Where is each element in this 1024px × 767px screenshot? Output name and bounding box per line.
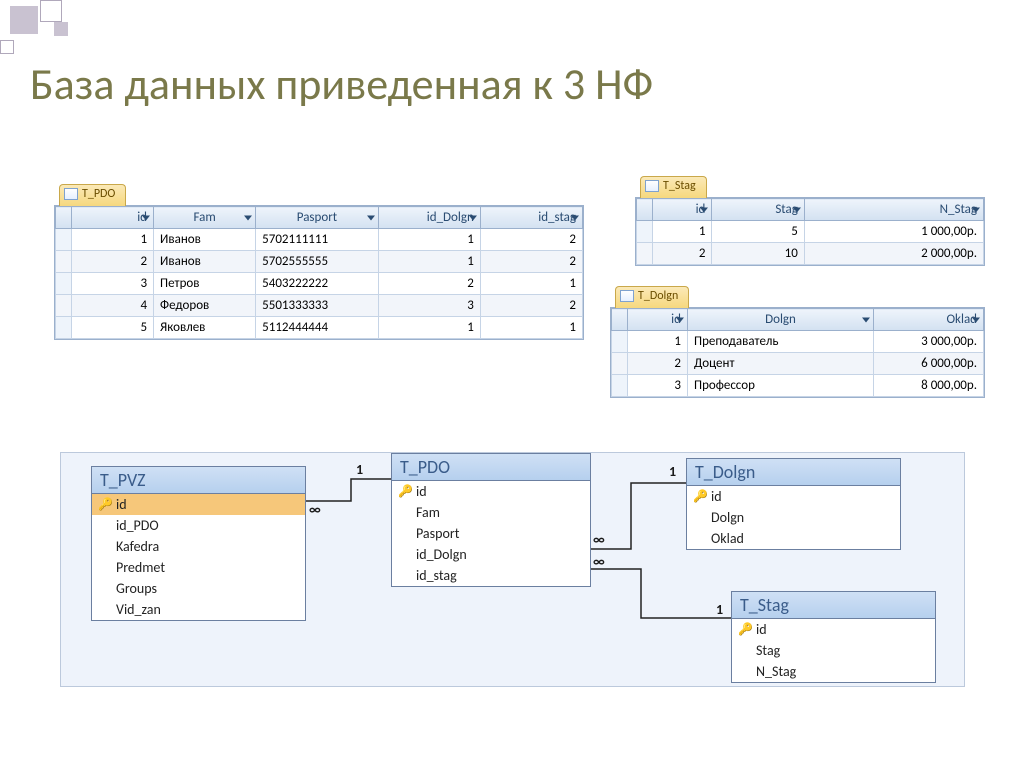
col-header[interactable]: Fam [154,207,256,229]
chevron-down-icon [793,207,801,212]
col-header[interactable]: id [653,199,712,221]
entity-field[interactable]: 🔑id [392,481,590,502]
chevron-down-icon [972,317,980,322]
entity-field[interactable]: Kafedra [92,536,305,557]
table-icon [64,188,78,200]
table-icon [620,290,634,302]
entity-title: T_Dolgn [687,459,900,486]
col-header[interactable]: Pasport [256,207,379,229]
cardinality-one: 1 [669,463,676,480]
entity-field[interactable]: Oklad [687,528,900,549]
table-tstag: T_Stag id Stag N_Stag 151 000,00р. 2102 … [635,197,985,266]
entity-field[interactable]: Dolgn [687,507,900,528]
col-header[interactable]: id [72,207,154,229]
col-header[interactable]: Stag [712,199,804,221]
entity-tpdo[interactable]: T_PDO 🔑id Fam Pasport id_Dolgn id_stag [391,453,591,587]
table-row[interactable]: 5Яковлев511244444411 [56,317,583,339]
entity-field[interactable]: 🔑id [687,486,900,507]
entity-title: T_PVZ [92,467,305,494]
entity-tstag[interactable]: T_Stag 🔑id Stag N_Stag [731,591,936,683]
entity-field[interactable]: id_stag [392,565,590,586]
entity-tdolgn[interactable]: T_Dolgn 🔑id Dolgn Oklad [686,458,901,550]
table-row[interactable]: 2Доцент6 000,00р. [612,353,984,375]
row-selector-header[interactable] [56,207,72,229]
table-row[interactable]: 151 000,00р. [637,221,984,243]
tab-label: T_Dolgn [638,289,678,303]
chevron-down-icon [700,207,708,212]
cardinality-one: 1 [356,461,363,478]
table-row[interactable]: 2102 000,00р. [637,243,984,265]
deco-square [10,6,38,34]
entity-field[interactable]: Stag [732,640,935,661]
col-header[interactable]: id_stag [480,207,582,229]
entity-field[interactable]: id_Dolgn [392,544,590,565]
col-header[interactable]: id [628,309,688,331]
col-header[interactable]: Oklad [874,309,984,331]
row-selector-header[interactable] [612,309,628,331]
cardinality-one: 1 [716,601,723,618]
tab-tpdo[interactable]: T_PDO [59,184,126,206]
col-header[interactable]: Dolgn [688,309,874,331]
row-selector-header[interactable] [637,199,653,221]
relationships-diagram: 1 ∞ 1 ∞ ∞ 1 T_PVZ 🔑id id_PDO Kafedra Pre… [60,452,965,687]
table-row[interactable]: 1Иванов570211111112 [56,229,583,251]
chevron-down-icon [862,317,870,322]
tab-tdolgn[interactable]: T_Dolgn [615,286,689,308]
entity-tpvz[interactable]: T_PVZ 🔑id id_PDO Kafedra Predmet Groups … [91,466,306,621]
deco-square [40,0,62,22]
chevron-down-icon [367,215,375,220]
col-header[interactable]: N_Stag [804,199,983,221]
table-tdolgn: T_Dolgn id Dolgn Oklad 1Преподаватель3 0… [610,307,985,398]
cardinality-many: ∞ [593,553,605,570]
entity-field[interactable]: Vid_zan [92,599,305,620]
entity-field[interactable]: Groups [92,578,305,599]
entity-title: T_Stag [732,592,935,619]
table-header-row: id Fam Pasport id_Dolgn id_stag [56,207,583,229]
entity-field[interactable]: Pasport [392,523,590,544]
table-row[interactable]: 2Иванов570255555512 [56,251,583,273]
tab-label: T_PDO [82,187,115,201]
tab-tstag[interactable]: T_Stag [640,176,707,198]
cardinality-many: ∞ [593,531,605,548]
entity-field[interactable]: Fam [392,502,590,523]
chevron-down-icon [469,215,477,220]
deco-square [0,40,14,54]
table-header-row: id Stag N_Stag [637,199,984,221]
key-icon: 🔑 [693,489,708,504]
chevron-down-icon [972,207,980,212]
cardinality-many: ∞ [309,501,321,518]
table-header-row: id Dolgn Oklad [612,309,984,331]
key-icon: 🔑 [738,622,753,637]
entity-field[interactable]: 🔑id [732,619,935,640]
table-icon [645,180,659,192]
chevron-down-icon [244,215,252,220]
entity-title: T_PDO [392,454,590,481]
entity-field[interactable]: Predmet [92,557,305,578]
tab-label: T_Stag [663,179,696,193]
table-row[interactable]: 1Преподаватель3 000,00р. [612,331,984,353]
col-header[interactable]: id_Dolgn [378,207,480,229]
entity-field[interactable]: 🔑id [92,494,305,515]
chevron-down-icon [571,215,579,220]
chevron-down-icon [676,317,684,322]
deco-square [54,22,68,36]
table-tpdo: T_PDO id Fam Pasport id_Dolgn id_stag 1И… [54,205,584,340]
table-row[interactable]: 4Федоров550133333332 [56,295,583,317]
table-row[interactable]: 3Петров540322222221 [56,273,583,295]
entity-field[interactable]: id_PDO [92,515,305,536]
entity-field[interactable]: N_Stag [732,661,935,682]
key-icon: 🔑 [398,484,413,499]
key-icon: 🔑 [98,497,113,512]
slide-title: База данных приведенная к 3 НФ [30,60,653,108]
table-row[interactable]: 3Профессор8 000,00р. [612,375,984,397]
chevron-down-icon [142,215,150,220]
